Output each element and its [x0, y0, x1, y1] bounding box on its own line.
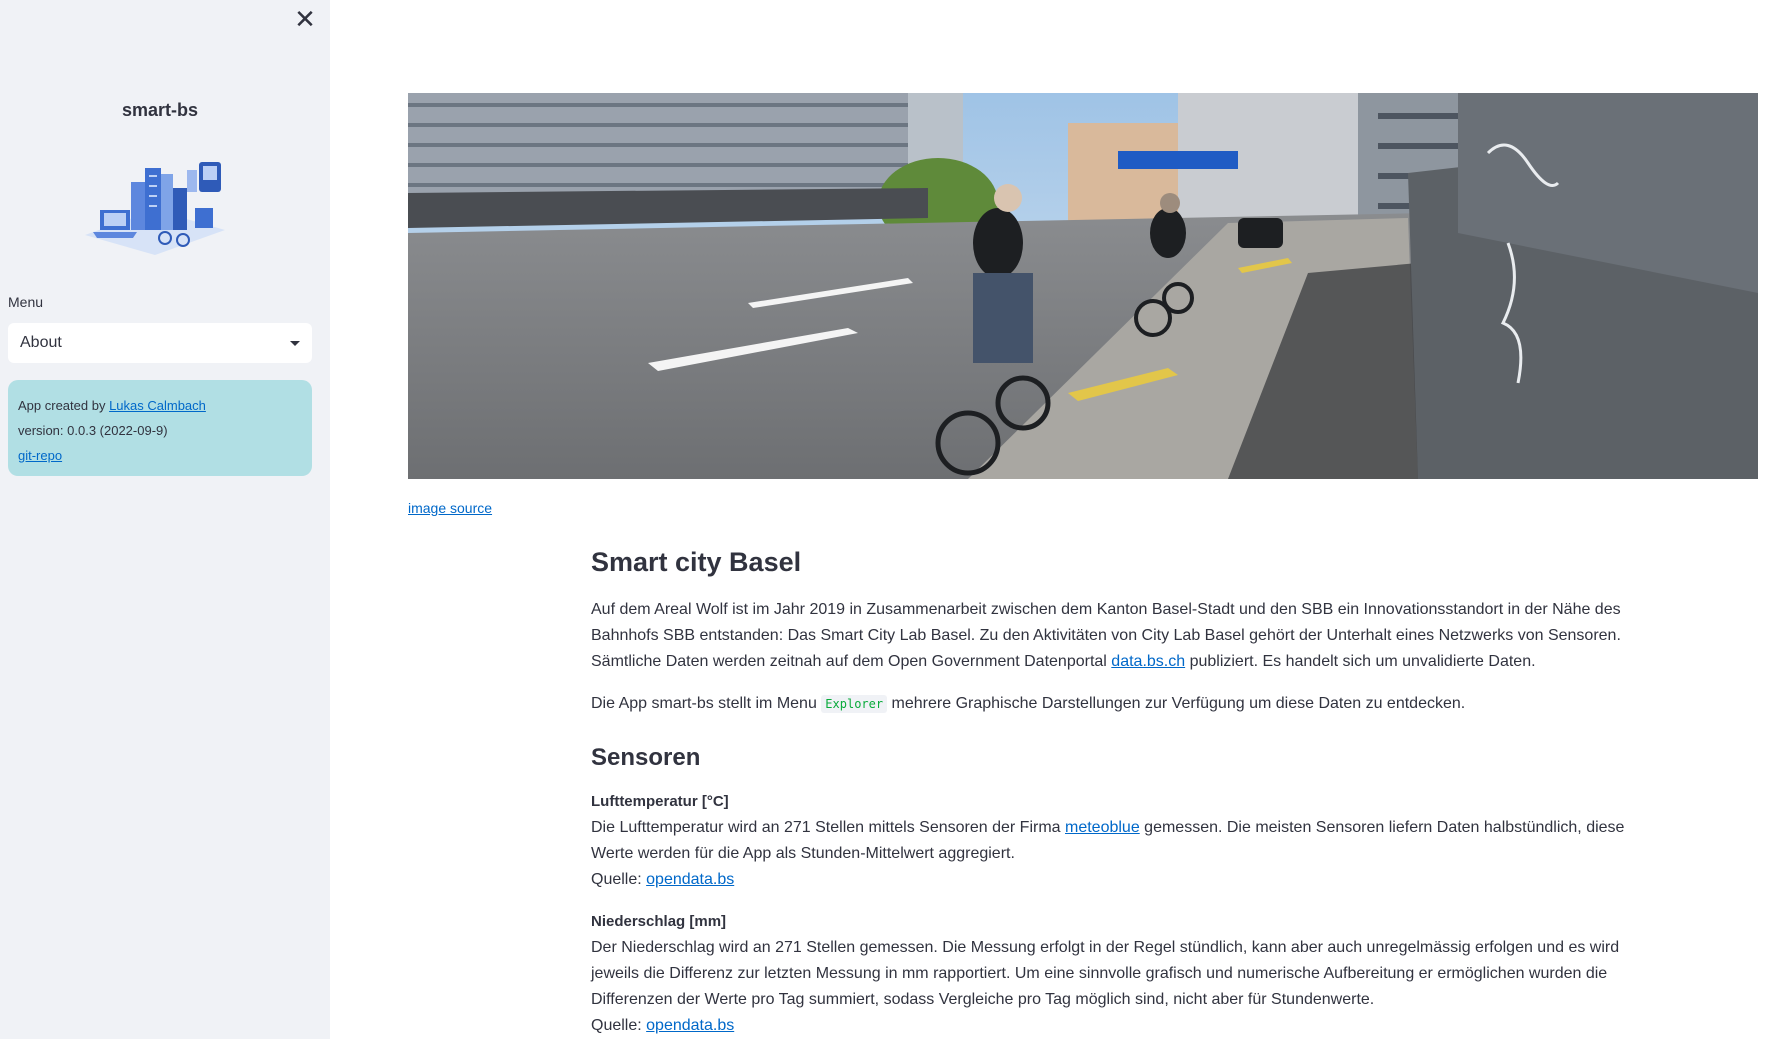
- git-repo-link[interactable]: git-repo: [18, 448, 62, 463]
- sensor-text: Der Niederschlag wird an 271 Stellen gem…: [591, 939, 1620, 1008]
- sensor-description: Der Niederschlag wird an 271 Stellen gem…: [591, 935, 1651, 1013]
- source-label: Quelle:: [591, 871, 647, 888]
- hero-image: [408, 93, 1758, 479]
- sensor-description: Die Lufttemperatur wird an 271 Stellen m…: [591, 815, 1651, 867]
- opendata-link[interactable]: opendata.bs: [646, 1017, 734, 1034]
- explorer-text: Die App smart-bs stellt im Menu: [591, 695, 822, 712]
- sensor-block: Niederschlag [mm] Der Niederschlag wird …: [591, 909, 1651, 1039]
- meteoblue-link[interactable]: meteoblue: [1065, 819, 1140, 836]
- created-by-line: App created by Lukas Calmbach: [18, 393, 302, 418]
- menu-label: Menu: [8, 294, 44, 310]
- sensors-heading: Sensoren: [591, 744, 701, 771]
- source-label: Quelle:: [591, 1017, 647, 1034]
- created-by-text: App created by: [18, 398, 110, 413]
- main-content: Smart city Basel Auf dem Areal Wolf ist …: [591, 545, 1651, 1039]
- app-info-box: App created by Lukas Calmbach version: 0…: [8, 380, 312, 476]
- intro-paragraph: Auf dem Areal Wolf ist im Jahr 2019 in Z…: [591, 597, 1651, 675]
- explorer-code: Explorer: [821, 695, 888, 713]
- page-title: Smart city Basel: [591, 547, 802, 577]
- chevron-down-icon: [290, 340, 300, 346]
- intro-text-end: publiziert. Es handelt sich um unvalidie…: [1185, 653, 1536, 670]
- explorer-paragraph: Die App smart-bs stellt im Menu Explorer…: [591, 691, 1651, 717]
- sensor-source: Quelle: opendata.bs: [591, 1013, 1651, 1039]
- close-icon: ✕: [294, 4, 316, 34]
- sensor-text: Die Lufttemperatur wird an 271 Stellen m…: [591, 819, 1065, 836]
- sensor-source: Quelle: opendata.bs: [591, 867, 1651, 893]
- sensor-title: Lufttemperatur [°C]: [591, 793, 729, 810]
- data-portal-link[interactable]: data.bs.ch: [1111, 653, 1185, 670]
- author-link[interactable]: Lukas Calmbach: [109, 398, 206, 413]
- sensor-block: Lufttemperatur [°C] Die Lufttemperatur w…: [591, 789, 1651, 893]
- menu-selected-value: About: [20, 334, 62, 351]
- menu-select[interactable]: About: [8, 323, 312, 363]
- version-text: version: 0.0.3 (2022-09-9): [18, 423, 168, 438]
- close-sidebar-button[interactable]: ✕: [290, 4, 320, 34]
- image-source-link[interactable]: image source: [408, 500, 492, 516]
- smart-city-logo: [85, 162, 225, 255]
- sidebar: ✕ smart-bs Menu About App created by Luk…: [0, 0, 330, 1039]
- sensor-title: Niederschlag [mm]: [591, 913, 727, 930]
- app-title: smart-bs: [121, 100, 199, 120]
- explorer-text-end: mehrere Graphische Darstellungen zur Ver…: [887, 695, 1466, 712]
- opendata-link[interactable]: opendata.bs: [646, 871, 734, 888]
